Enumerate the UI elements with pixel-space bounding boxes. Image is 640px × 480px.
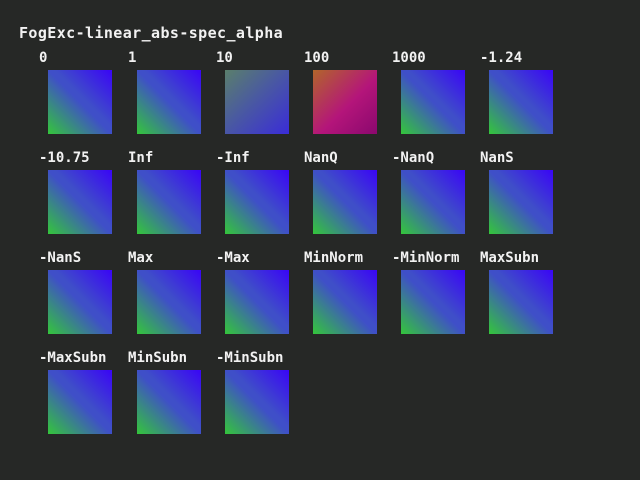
swatch-label: Max xyxy=(128,250,154,266)
color-swatch xyxy=(313,70,377,134)
swatch-cell: Inf xyxy=(128,150,216,242)
color-swatch xyxy=(48,270,112,334)
color-swatch xyxy=(137,70,201,134)
swatch-cell: MinNorm xyxy=(304,250,392,342)
swatch-cell: -Max xyxy=(216,250,304,342)
swatch-label: 1000 xyxy=(392,50,426,66)
color-swatch xyxy=(225,270,289,334)
color-swatch xyxy=(489,270,553,334)
swatch-label: -NanQ xyxy=(392,150,435,166)
test-title: FogExc-linear_abs-spec_alpha xyxy=(19,24,284,42)
swatch-cell: 0 xyxy=(39,50,127,142)
swatch-cell: 100 xyxy=(304,50,392,142)
color-swatch xyxy=(489,70,553,134)
swatch-label: -10.75 xyxy=(39,150,90,166)
swatch-label: 10 xyxy=(216,50,233,66)
swatch-label: NanQ xyxy=(304,150,338,166)
color-swatch xyxy=(489,170,553,234)
swatch-label: -Inf xyxy=(216,150,250,166)
color-swatch xyxy=(137,170,201,234)
swatch-cell: -NanS xyxy=(39,250,127,342)
swatch-label: -MinSubn xyxy=(216,350,284,366)
swatch-cell: -MinNorm xyxy=(392,250,480,342)
color-swatch xyxy=(137,370,201,434)
color-swatch xyxy=(48,70,112,134)
swatch-label: 1 xyxy=(128,50,137,66)
swatch-cell: 1000 xyxy=(392,50,480,142)
color-swatch xyxy=(225,170,289,234)
swatch-label: MinNorm xyxy=(304,250,364,266)
swatch-cell: MaxSubn xyxy=(480,250,568,342)
swatch-cell: -Inf xyxy=(216,150,304,242)
swatch-cell: 10 xyxy=(216,50,304,142)
color-swatch xyxy=(137,270,201,334)
color-swatch xyxy=(313,170,377,234)
color-swatch xyxy=(401,170,465,234)
swatch-cell: -MaxSubn xyxy=(39,350,127,442)
swatch-label: -Max xyxy=(216,250,250,266)
color-swatch xyxy=(401,270,465,334)
swatch-cell: -NanQ xyxy=(392,150,480,242)
swatch-label: Inf xyxy=(128,150,154,166)
swatch-label: -MaxSubn xyxy=(39,350,107,366)
swatch-label: MinSubn xyxy=(128,350,188,366)
color-swatch xyxy=(48,170,112,234)
swatch-cell: -1.24 xyxy=(480,50,568,142)
swatch-cell: -MinSubn xyxy=(216,350,304,442)
color-swatch xyxy=(225,70,289,134)
color-swatch xyxy=(48,370,112,434)
swatch-cell: NanQ xyxy=(304,150,392,242)
swatch-cell: 1 xyxy=(128,50,216,142)
swatch-cell: -10.75 xyxy=(39,150,127,242)
swatch-label: -NanS xyxy=(39,250,82,266)
color-swatch xyxy=(401,70,465,134)
color-swatch xyxy=(313,270,377,334)
swatch-cell: Max xyxy=(128,250,216,342)
swatch-label: 0 xyxy=(39,50,48,66)
swatch-label: -1.24 xyxy=(480,50,523,66)
swatch-cell: NanS xyxy=(480,150,568,242)
swatch-label: 100 xyxy=(304,50,330,66)
swatch-label: -MinNorm xyxy=(392,250,460,266)
color-swatch xyxy=(225,370,289,434)
swatch-label: MaxSubn xyxy=(480,250,540,266)
swatch-label: NanS xyxy=(480,150,514,166)
swatch-cell: MinSubn xyxy=(128,350,216,442)
test-canvas: FogExc-linear_abs-spec_alpha 0 1 10 100 1000… xyxy=(0,0,640,480)
